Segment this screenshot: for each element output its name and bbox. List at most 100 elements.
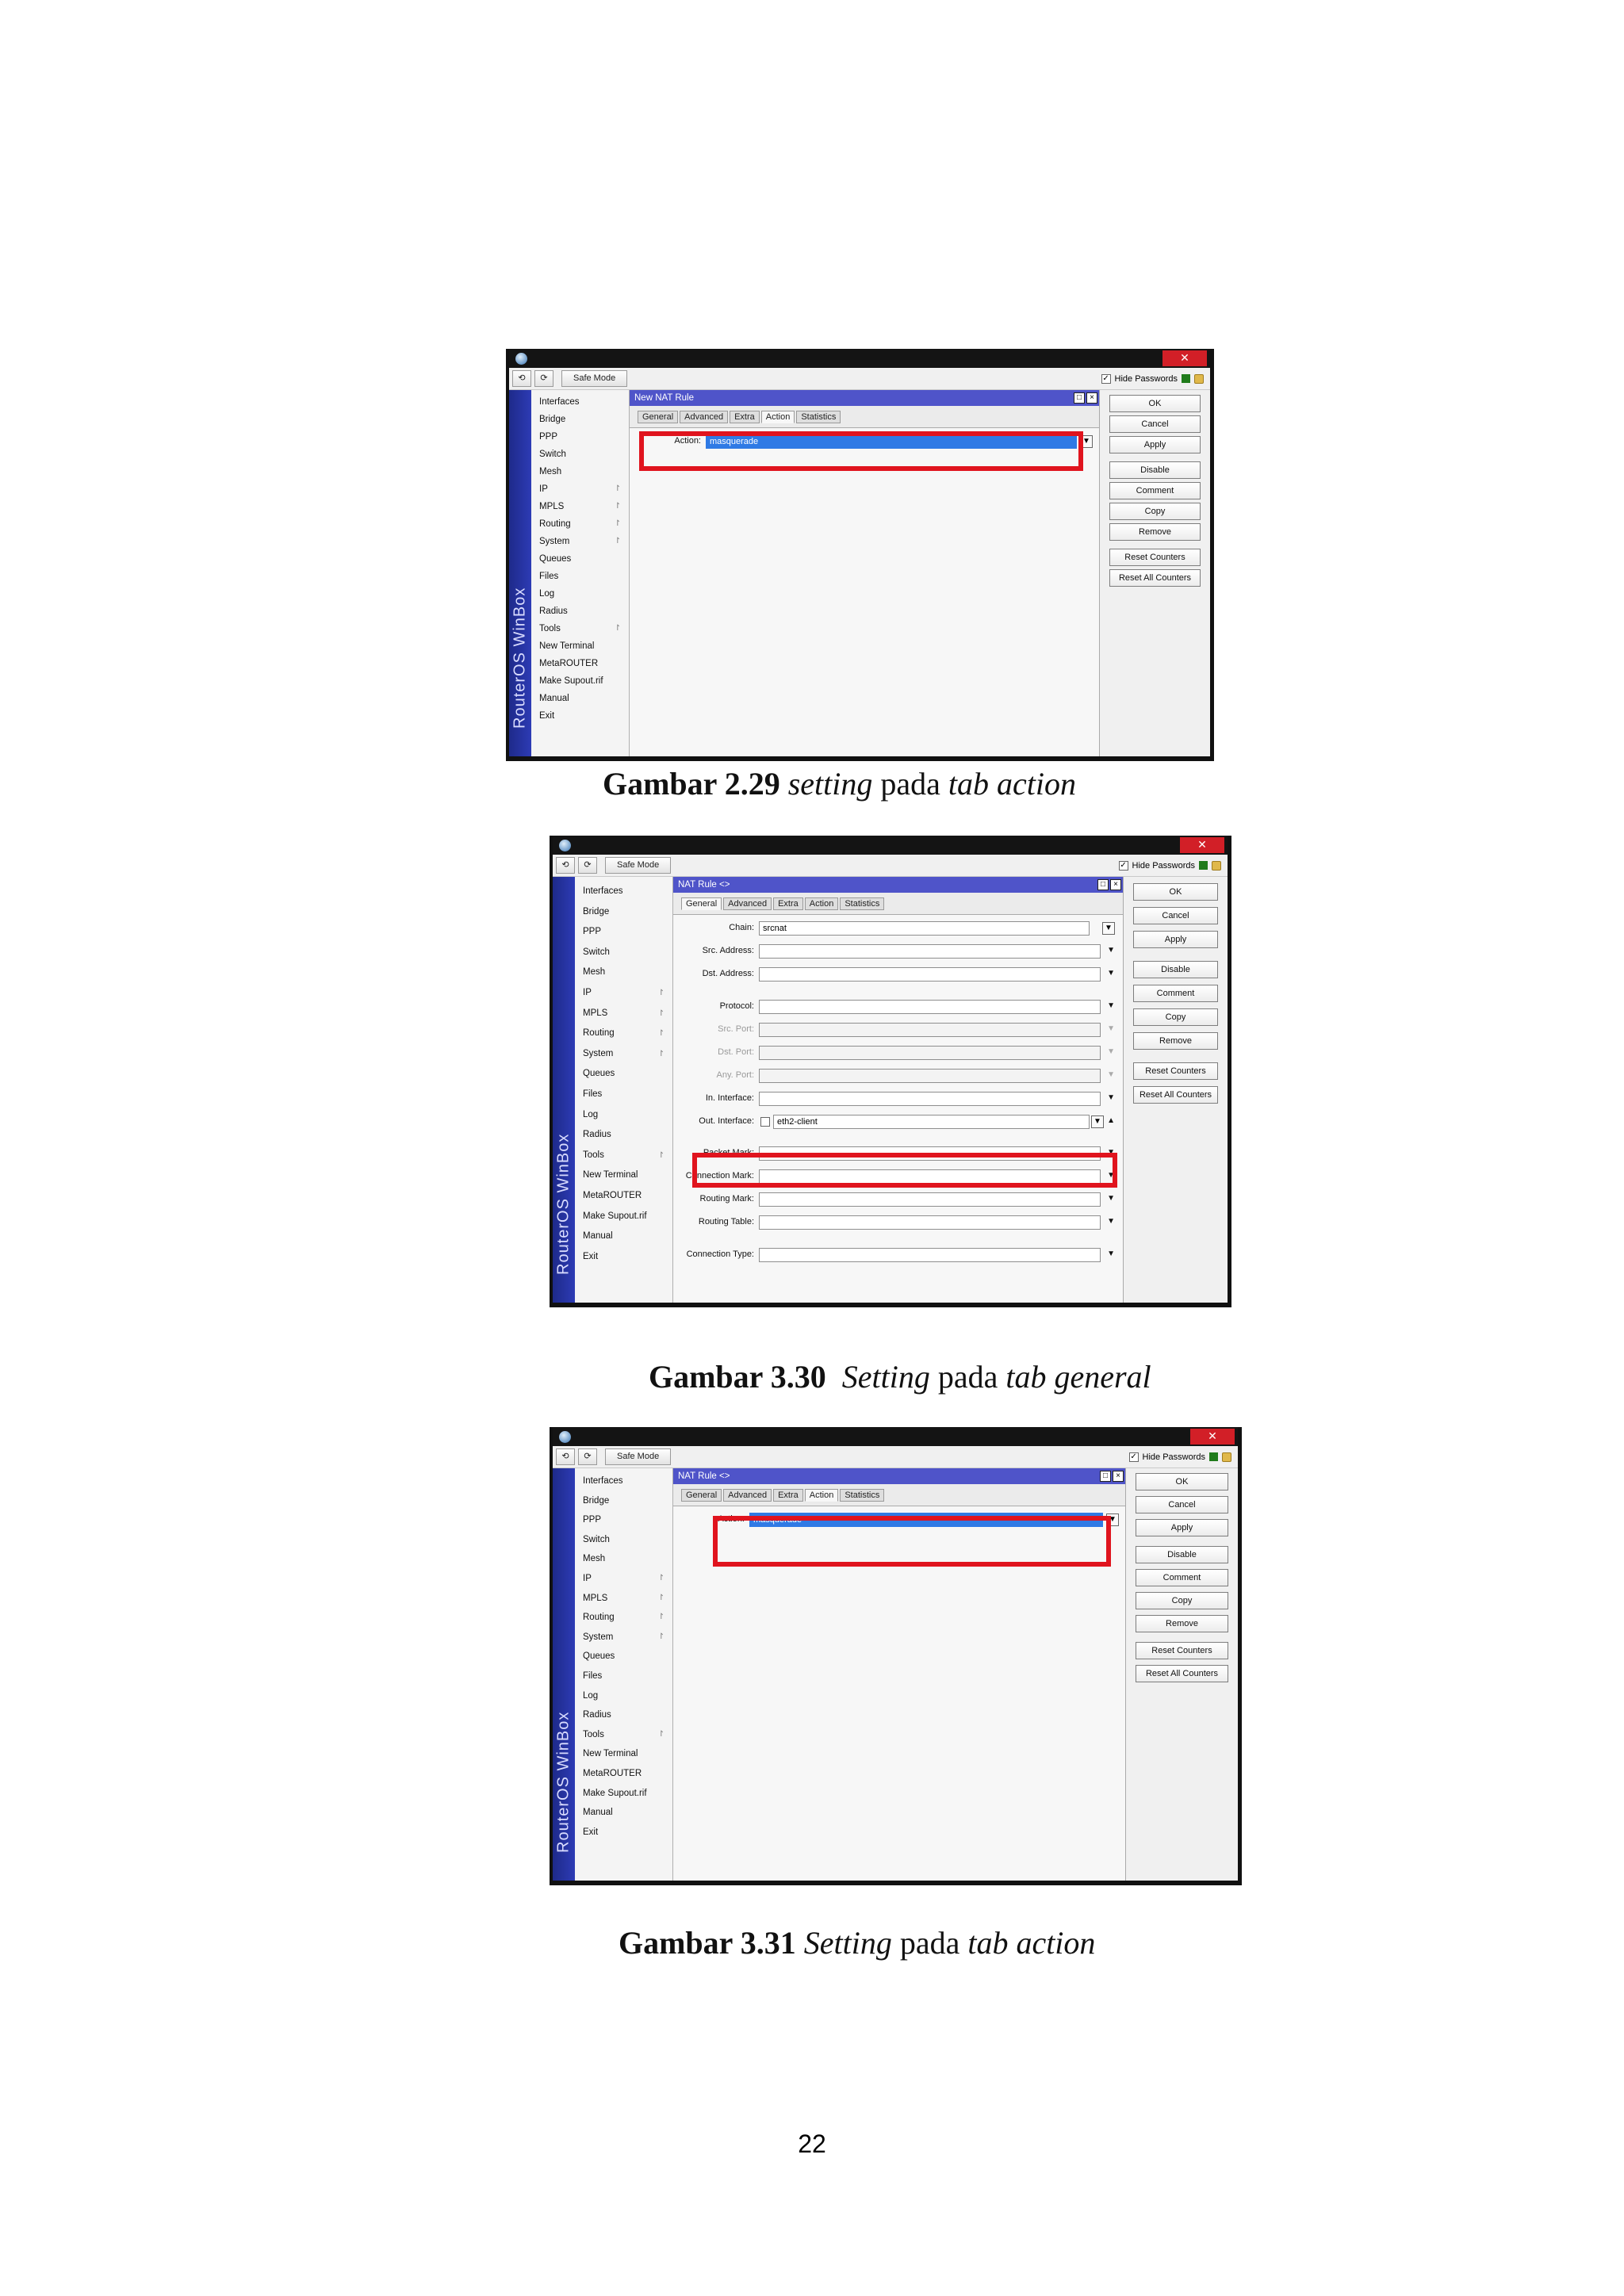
close-panel-icon[interactable]: × [1086,392,1097,404]
comment-button[interactable]: Comment [1136,1569,1228,1586]
redo-button[interactable]: ⟳ [578,857,597,874]
safe-mode-button[interactable]: Safe Mode [605,1448,672,1465]
field-input[interactable]: srcnat [759,921,1090,936]
reset-all-counters-button[interactable]: Reset All Counters [1136,1665,1228,1682]
apply-button[interactable]: Apply [1136,1519,1228,1536]
menu-item[interactable]: Queues [531,550,629,568]
field-input[interactable] [759,1215,1101,1230]
menu-item[interactable]: Switch [575,943,672,963]
tab-general[interactable]: General [681,897,722,910]
field-input[interactable] [759,944,1101,959]
tab-extra[interactable]: Extra [730,411,760,423]
menu-item[interactable]: Radius [575,1125,672,1146]
menu-item[interactable]: Bridge [575,902,672,923]
menu-item[interactable]: MPLS ↾ [575,1004,672,1024]
comment-button[interactable]: Comment [1109,482,1201,499]
menu-item[interactable]: System ↾ [575,1628,672,1647]
copy-button[interactable]: Copy [1136,1592,1228,1609]
menu-item[interactable]: Tools ↾ [575,1146,672,1166]
hide-passwords-checkbox[interactable]: ✓ [1101,373,1111,384]
redo-button[interactable]: ⟳ [578,1448,597,1465]
menu-item[interactable]: Routing ↾ [531,515,629,533]
safe-mode-button[interactable]: Safe Mode [561,370,628,387]
menu-item[interactable]: PPP [575,922,672,943]
close-button[interactable]: ✕ [1190,1429,1235,1445]
copy-button[interactable]: Copy [1109,503,1201,520]
apply-button[interactable]: Apply [1133,931,1218,948]
tab-extra[interactable]: Extra [773,897,803,910]
menu-item[interactable]: Make Supout.rif [531,672,629,690]
reset-all-counters-button[interactable]: Reset All Counters [1109,569,1201,587]
close-button[interactable]: ✕ [1180,837,1224,853]
cancel-button[interactable]: Cancel [1136,1496,1228,1513]
menu-item[interactable]: Tools ↾ [575,1725,672,1745]
safe-mode-button[interactable]: Safe Mode [605,857,672,874]
tab-action[interactable]: Action [804,897,839,910]
menu-item[interactable]: Manual [575,1803,672,1823]
menu-item[interactable]: Queues [575,1064,672,1085]
field-input[interactable] [759,1046,1101,1060]
dropdown-arrow-icon[interactable]: ▼ [1102,922,1115,935]
menu-item[interactable]: Routing ↾ [575,1024,672,1044]
field-input[interactable] [759,1092,1101,1106]
menu-item[interactable]: Mesh [575,1549,672,1569]
menu-item[interactable]: Interfaces [575,1471,672,1491]
menu-item[interactable]: PPP [575,1510,672,1530]
field-input[interactable] [759,1069,1101,1083]
menu-item[interactable]: Bridge [531,411,629,428]
menu-item[interactable]: Mesh [531,463,629,480]
dropdown-arrow-icon[interactable]: ▼ [1091,1115,1104,1128]
reset-counters-button[interactable]: Reset Counters [1133,1062,1218,1080]
menu-item[interactable]: Make Supout.rif [575,1207,672,1227]
menu-item[interactable]: Manual [575,1226,672,1247]
field-input[interactable] [759,1000,1101,1014]
dropdown-arrow-icon[interactable]: ▼ [1107,969,1115,978]
comment-button[interactable]: Comment [1133,985,1218,1002]
menu-item[interactable]: MPLS ↾ [531,498,629,515]
field-input[interactable] [759,1023,1101,1037]
menu-item[interactable]: PPP [531,428,629,446]
tab-statistics[interactable]: Statistics [840,1489,885,1502]
menu-item[interactable]: Log [531,585,629,603]
undo-button[interactable]: ⟲ [512,370,531,387]
menu-item[interactable]: IP ↾ [575,983,672,1004]
field-input[interactable] [759,967,1101,982]
dropdown-arrow-icon[interactable]: ▼ [1107,1070,1115,1079]
tab-action[interactable]: Action [760,411,795,423]
menu-item[interactable]: MetaROUTER [575,1764,672,1784]
ok-button[interactable]: OK [1136,1473,1228,1490]
undo-button[interactable]: ⟲ [556,857,575,874]
field-input[interactable]: eth2-client [773,1115,1090,1129]
menu-item[interactable]: Manual [531,690,629,707]
dropdown-arrow-icon[interactable]: ▼ [1107,1249,1115,1258]
menu-item[interactable]: MPLS ↾ [575,1589,672,1609]
reset-counters-button[interactable]: Reset Counters [1109,549,1201,566]
menu-item[interactable]: Radius [575,1705,672,1725]
menu-item[interactable]: Mesh [575,962,672,983]
restore-icon[interactable]: □ [1100,1471,1111,1482]
ok-button[interactable]: OK [1109,395,1201,412]
tab-statistics[interactable]: Statistics [796,411,841,423]
ok-button[interactable]: OK [1133,883,1218,901]
dropdown-arrow-icon[interactable]: ▼ [1107,946,1115,955]
menu-item[interactable]: Switch [575,1530,672,1550]
menu-item[interactable]: Switch [531,446,629,463]
close-panel-icon[interactable]: × [1113,1471,1124,1482]
menu-item[interactable]: Files [531,568,629,585]
menu-item[interactable]: IP ↾ [575,1569,672,1589]
redo-button[interactable]: ⟳ [534,370,553,387]
menu-item[interactable]: IP ↾ [531,480,629,498]
tab-statistics[interactable]: Statistics [840,897,885,910]
hide-passwords-checkbox[interactable]: ✓ [1128,1452,1139,1462]
dropdown-arrow-icon[interactable]: ▼ [1107,1047,1115,1056]
menu-item[interactable]: Bridge [575,1491,672,1511]
tab-extra[interactable]: Extra [773,1489,803,1502]
dropdown-arrow-icon[interactable]: ▼ [1107,1093,1115,1102]
menu-item[interactable]: Queues [575,1647,672,1667]
menu-item[interactable]: Exit [575,1823,672,1843]
menu-item[interactable]: New Terminal [575,1165,672,1186]
menu-item[interactable]: New Terminal [575,1744,672,1764]
undo-button[interactable]: ⟲ [556,1448,575,1465]
reset-all-counters-button[interactable]: Reset All Counters [1133,1086,1218,1104]
menu-item[interactable]: Routing ↾ [575,1608,672,1628]
